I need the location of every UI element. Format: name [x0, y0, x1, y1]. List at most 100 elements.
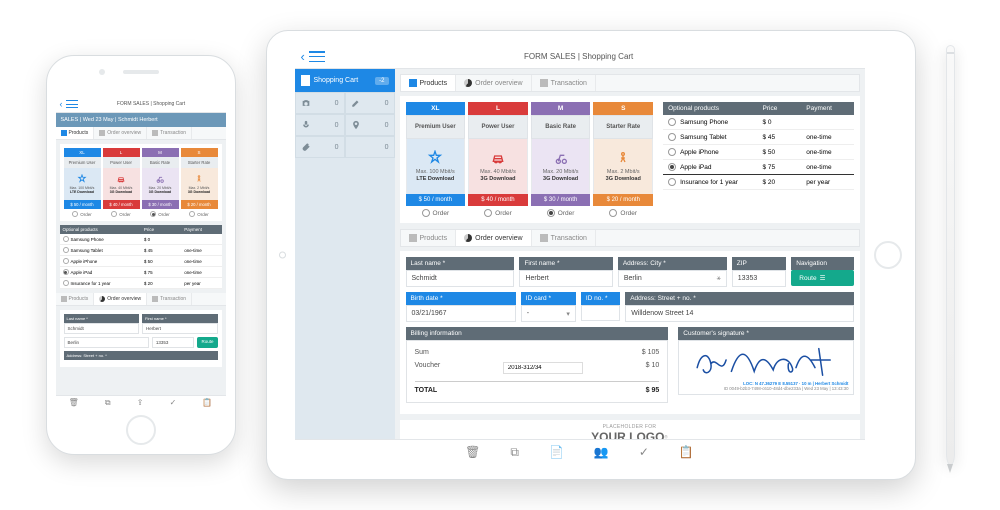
label-street-phone: Address: Street + no. *: [64, 351, 218, 360]
sidebar-mic[interactable]: 0: [295, 114, 345, 136]
label-nav: Navigation: [791, 257, 853, 270]
plan-S[interactable]: SStarter RateMax. 2 Mbit/s3G Download$ 2…: [593, 102, 653, 206]
sidebar-camera[interactable]: 0: [295, 92, 345, 114]
tab-products[interactable]: Products: [401, 75, 457, 91]
input-city[interactable]: Berlin: [64, 337, 149, 348]
tab-products-2[interactable]: Products: [56, 293, 95, 305]
tab-order-overview[interactable]: Order overview: [456, 75, 531, 91]
sidebar-pencil[interactable]: 0: [345, 92, 395, 114]
trash-icon[interactable]: 🗑: [69, 398, 79, 407]
label-zip: ZIP: [732, 257, 786, 270]
order-radio-M[interactable]: Order: [531, 209, 591, 217]
home-button[interactable]: [874, 241, 902, 269]
input-birth[interactable]: 03/21/1967: [406, 305, 516, 322]
option-row[interactable]: Insurance for 1 year$ 20per year: [60, 278, 222, 289]
tablet-title: FORM SALES | Shopping Cart: [299, 52, 859, 61]
input-lastname[interactable]: Schmidt: [406, 270, 515, 287]
pie-icon: [464, 234, 472, 242]
export-icon[interactable]: ⇪: [137, 398, 144, 407]
option-row[interactable]: Samsung Tablet$ 45one-time: [663, 130, 853, 145]
option-row[interactable]: Apple iPhone$ 50one-time: [60, 256, 222, 267]
tab-transaction-2[interactable]: Transaction: [532, 230, 596, 246]
document-icon: [301, 75, 310, 86]
menu-icon[interactable]: [66, 100, 78, 108]
sidebar-location[interactable]: 0: [345, 114, 395, 136]
billing-sum: Sum$ 105: [415, 346, 660, 359]
input-idno[interactable]: [581, 305, 620, 321]
users-icon[interactable]: 👥: [594, 445, 609, 460]
check-icon[interactable]: ✓: [170, 398, 177, 407]
input-zip[interactable]: 13353: [152, 337, 195, 348]
order-radio-S[interactable]: Order: [181, 211, 218, 217]
plan-L[interactable]: LPower UserMax. 40 Mbit/s3G Download$ 40…: [103, 148, 140, 209]
phone-title: FORM SALES | Shopping Cart: [81, 101, 222, 107]
tablet-screen: ‹ FORM SALES | Shopping Cart Shopping Ca…: [295, 45, 865, 465]
label-lastname: Last name *: [406, 257, 515, 270]
route-button[interactable]: Route: [197, 337, 217, 348]
input-firstname[interactable]: Herbert: [142, 323, 218, 334]
option-row[interactable]: Apple iPad$ 75one-time: [663, 160, 853, 175]
option-row[interactable]: Apple iPad$ 75one-time: [60, 267, 222, 278]
clipboard-icon[interactable]: 📋: [679, 445, 694, 460]
label-birth: Birth date *: [406, 292, 516, 305]
sidebar-main[interactable]: Shopping Cart -2: [295, 69, 395, 92]
voucher-input[interactable]: [503, 362, 583, 374]
input-city[interactable]: Berlin ⚹: [618, 270, 727, 287]
input-lastname[interactable]: Schmidt: [64, 323, 140, 334]
copy-icon[interactable]: ⧉: [510, 445, 519, 460]
signature-box[interactable]: LOC: N 47.36279 E 8.55137 · 10 m | Herbe…: [678, 340, 853, 395]
order-radio-L[interactable]: Order: [468, 209, 528, 217]
signature-header: Customer's signature *: [678, 327, 853, 340]
plan-L[interactable]: LPower UserMax. 40 Mbit/s3G Download$ 40…: [468, 102, 528, 206]
sidebar-attachment[interactable]: 0: [295, 136, 345, 158]
phone-tabs-2: Products Order overview Transaction: [56, 293, 226, 306]
home-button[interactable]: [126, 415, 156, 445]
tab-products[interactable]: Products: [56, 127, 95, 139]
logo-placeholder: PLACEHOLDER FORYOUR LOGO®: [400, 420, 860, 439]
tab-order-overview-2[interactable]: Order overview: [94, 293, 147, 305]
order-radio-XL[interactable]: Order: [64, 211, 101, 217]
options-header: Optional productsPricePayment: [663, 102, 853, 115]
phone-tabs-1: Products Order overview Transaction: [56, 127, 226, 140]
route-button[interactable]: Route☰: [791, 270, 853, 286]
order-radio-XL[interactable]: Order: [406, 209, 466, 217]
input-street[interactable]: Willdenow Street 14: [625, 305, 853, 322]
tablet-tabs-1: Products Order overview Transaction: [400, 74, 860, 92]
tab-transaction[interactable]: Transaction: [147, 127, 192, 139]
option-row[interactable]: Samsung Phone$ 0: [663, 115, 853, 130]
plan-M[interactable]: MBasic RateMax. 20 Mbit/s3G Download$ 30…: [531, 102, 591, 206]
option-row[interactable]: Insurance for 1 year$ 20per year: [663, 175, 853, 190]
order-radio-M[interactable]: Order: [142, 211, 179, 217]
option-row[interactable]: Samsung Phone$ 0: [60, 234, 222, 245]
input-zip[interactable]: 13353: [732, 270, 786, 287]
trash-icon[interactable]: 🗑: [465, 445, 480, 460]
input-firstname[interactable]: Herbert: [519, 270, 612, 287]
check-icon[interactable]: ✓: [639, 445, 649, 460]
input-idcard[interactable]: -: [521, 305, 576, 322]
copy-icon[interactable]: ⧉: [105, 398, 111, 408]
tablet-header: ‹ FORM SALES | Shopping Cart: [295, 45, 865, 69]
plan-XL[interactable]: XLPremium UserMax. 100 Mbit/sLTE Downloa…: [406, 102, 466, 206]
plan-M[interactable]: MBasic RateMax. 20 Mbit/s3G Download$ 30…: [142, 148, 179, 209]
clipboard-icon[interactable]: 📋: [202, 398, 212, 407]
tablet-device: ‹ FORM SALES | Shopping Cart Shopping Ca…: [266, 30, 916, 480]
tablet-tabs-2: Products Order overview Transaction: [400, 229, 860, 247]
tab-products-2[interactable]: Products: [401, 230, 457, 246]
plan-XL[interactable]: XLPremium UserMax. 100 Mbit/sLTE Downloa…: [64, 148, 101, 209]
order-radio-L[interactable]: Order: [103, 211, 140, 217]
tab-transaction[interactable]: Transaction: [532, 75, 596, 91]
order-radio-S[interactable]: Order: [593, 209, 653, 217]
tab-order-overview[interactable]: Order overview: [94, 127, 147, 139]
pdf-icon[interactable]: 📄: [549, 445, 564, 460]
sidebar-empty: 0: [345, 136, 395, 158]
phone-header: ‹ FORM SALES | Shopping Cart: [56, 96, 226, 113]
plan-S[interactable]: SStarter RateMax. 2 Mbit/s3G Download$ 2…: [181, 148, 218, 209]
phone-toolbar: 🗑 ⧉ ⇪ ✓ 📋: [56, 395, 226, 409]
tab-transaction-2[interactable]: Transaction: [147, 293, 192, 305]
option-row[interactable]: Apple iPhone$ 50one-time: [663, 145, 853, 160]
tab-order-overview-2[interactable]: Order overview: [456, 230, 531, 246]
options-header: Optional productsPricePayment: [60, 225, 222, 234]
option-row[interactable]: Samsung Tablet$ 45one-time: [60, 245, 222, 256]
back-icon[interactable]: ‹: [60, 99, 63, 109]
tablet-main: Products Order overview Transaction XLPr…: [395, 69, 865, 439]
